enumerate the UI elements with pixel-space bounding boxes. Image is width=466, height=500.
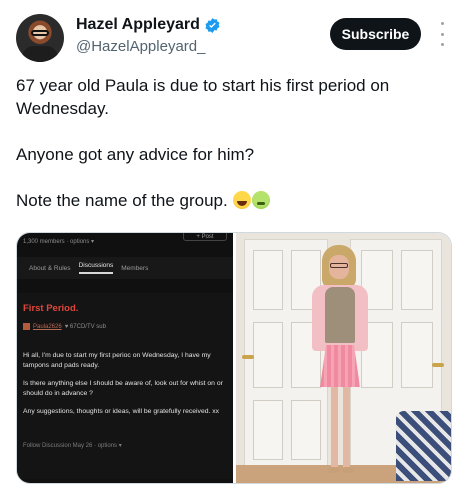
door-handle <box>242 355 254 359</box>
forum-screenshot-image[interactable]: 1,300 members · options ▾ + Post About &… <box>17 233 233 483</box>
tweet-line-3: Note the name of the group. <box>16 189 446 212</box>
forum-post-button: + Post <box>183 233 227 241</box>
author-name-row[interactable]: Hazel Appleyard <box>76 16 221 34</box>
tweet-header: Hazel Appleyard @HazelAppleyard_ Subscri… <box>0 0 466 70</box>
verified-badge-icon <box>205 17 220 33</box>
forum-tab-members: Members <box>121 264 149 272</box>
avatar-coat <box>22 46 58 62</box>
forum-top-meta: 1,300 members · options ▾ <box>23 239 95 245</box>
forum-post-card: First Period. Paula2626 ♥ 67CD/TV sub Hi… <box>17 293 233 479</box>
forum-tab-about: About & Rules <box>29 264 71 272</box>
nauseated-face-icon <box>252 191 271 209</box>
forum-tabs: About & Rules Discussions Members <box>17 257 233 279</box>
tweet-line-2: Anyone got any advice for him? <box>16 145 255 164</box>
forum-post-body: Hi all, I'm due to start my first perioc… <box>23 351 229 425</box>
tweet-text: 67 year old Paula is due to start his fi… <box>16 74 446 212</box>
forum-post-footer: Follow Discussion May 26 · options ▾ <box>23 443 122 449</box>
profile-avatar[interactable] <box>16 14 64 62</box>
side-table <box>396 411 451 481</box>
door-handle <box>432 363 444 367</box>
tweet-media[interactable]: 1,300 members · options ▾ + Post About &… <box>16 232 452 484</box>
author-handle[interactable]: @HazelAppleyard_ <box>76 38 205 55</box>
photo-image[interactable] <box>236 233 451 483</box>
forum-author-name: Paula2626 <box>33 323 62 330</box>
avatar-glasses <box>31 30 49 36</box>
tweet-line-3-text: Note the name of the group. <box>16 191 228 210</box>
face-with-tears-of-joy-icon <box>233 191 252 209</box>
forum-body-p2: Is there anything else I should be aware… <box>23 380 223 397</box>
author-display-name[interactable]: Hazel Appleyard <box>76 16 200 34</box>
forum-body-p3: Any suggestions, thoughts or ideas, will… <box>23 408 220 415</box>
tweet-line-1: 67 year old Paula is due to start his fi… <box>16 76 390 118</box>
forum-author-avatar-icon <box>23 323 30 330</box>
person-figure <box>300 245 380 477</box>
forum-post-author: Paula2626 ♥ 67CD/TV sub <box>23 323 106 330</box>
forum-body-p1: Hi all, I'm due to start my first perioc… <box>23 352 211 369</box>
more-vertical-icon[interactable] <box>436 22 448 46</box>
subscribe-button[interactable]: Subscribe <box>330 18 421 50</box>
forum-tab-discussions: Discussions <box>78 262 114 274</box>
forum-post-title: First Period. <box>23 303 79 314</box>
forum-author-meta: ♥ 67CD/TV sub <box>64 323 106 330</box>
